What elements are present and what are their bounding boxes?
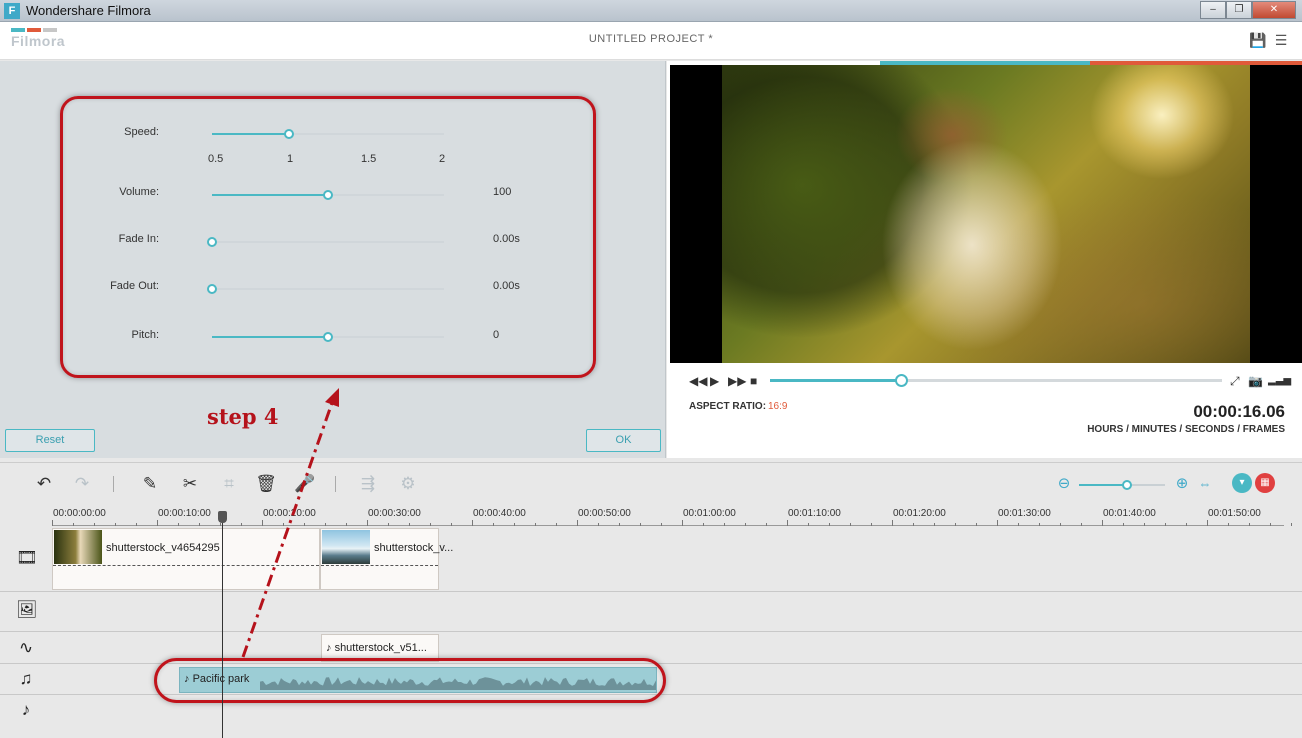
timecode-units: HOURS / MINUTES / SECONDS / FRAMES <box>1087 424 1285 435</box>
logo-bar <box>27 28 41 32</box>
music-note-icon: ♪ <box>21 700 31 719</box>
ruler-time-label: 00:00:00:00 <box>53 508 106 519</box>
image-track: 🖼 <box>0 592 1302 632</box>
play-icon[interactable]: ▶ <box>710 375 719 387</box>
waveform-icon: ∿ <box>18 638 34 657</box>
logo-bar <box>43 28 57 32</box>
window-titlebar: F Wondershare Filmora – ❐ ✕ <box>0 0 1302 22</box>
clip-name: shutterstock_v... <box>374 542 454 554</box>
save-icon[interactable]: 💾 <box>1249 32 1266 48</box>
clip-name: shutterstock_v4654295 <box>106 542 220 554</box>
playback-progress-fill <box>770 379 902 382</box>
timeline-ruler[interactable]: 00:00:00:00 00:00:10:00 00:00:20:00 00:00:3… <box>52 506 1292 526</box>
ruler-time-label: 00:00:30:00 <box>368 508 421 519</box>
split-icon[interactable]: ✂ <box>179 474 201 494</box>
zoom-slider[interactable] <box>1079 480 1165 490</box>
app-icon: F <box>4 3 20 19</box>
ruler-time-label: 00:01:30:00 <box>998 508 1051 519</box>
app-header: Filmora UNTITLED PROJECT * 💾 ☰ <box>0 22 1302 60</box>
rewind-icon[interactable]: ◀◀ <box>689 375 707 387</box>
reset-button[interactable]: Reset <box>5 429 95 452</box>
redo-icon[interactable]: ↷ <box>71 474 93 494</box>
crop-icon[interactable]: ⌗ <box>218 474 240 494</box>
export-icon[interactable]: ⇶ <box>357 474 379 494</box>
clip-thumbnail <box>54 530 102 564</box>
aspect-ratio-value[interactable]: 16:9 <box>768 401 787 412</box>
toolbar-separator <box>113 476 114 492</box>
edit-icon[interactable]: ✎ <box>139 474 161 494</box>
fullscreen-icon[interactable]: ⤢ <box>1230 375 1240 387</box>
annotation-step-label: step 4 <box>207 404 279 429</box>
minimize-button[interactable]: – <box>1200 1 1226 19</box>
video-clip[interactable]: shutterstock_v4654295 <box>52 528 320 590</box>
camera-icon[interactable]: 📷 <box>1248 375 1263 387</box>
ruler-time-label: 00:01:10:00 <box>788 508 841 519</box>
video-clip[interactable]: shutterstock_v... <box>320 528 453 590</box>
clip-audio-line <box>321 565 438 566</box>
menu-icon[interactable]: ☰ <box>1273 32 1289 48</box>
close-button[interactable]: ✕ <box>1252 1 1296 19</box>
music-track: ♪ <box>0 695 1302 738</box>
undo-icon[interactable]: ↶ <box>33 474 55 494</box>
clip-name: ♪ shutterstock_v51... <box>326 642 427 654</box>
zoom-in-icon[interactable]: ⊕ <box>1171 474 1193 494</box>
playhead-line <box>222 516 223 738</box>
ruler-time-label: 00:01:00:00 <box>683 508 736 519</box>
window-title: Wondershare Filmora <box>26 3 151 18</box>
playhead-handle[interactable] <box>218 511 227 523</box>
playback-scrubber-handle[interactable] <box>895 374 909 387</box>
ruler-time-label: 00:00:20:00 <box>263 508 316 519</box>
video-frame <box>722 65 1250 363</box>
logo-bar <box>11 28 25 32</box>
project-title: UNTITLED PROJECT * <box>588 33 714 45</box>
window-controls: – ❐ ✕ <box>1200 1 1296 19</box>
volume-bars-icon[interactable]: ▂▃▅ <box>1268 375 1291 387</box>
image-icon: 🖼 <box>16 600 38 619</box>
zoom-slider-fill <box>1079 484 1128 486</box>
ruler-time-label: 00:01:50:00 <box>1208 508 1261 519</box>
fast-forward-icon[interactable]: ▶▶ <box>728 375 746 387</box>
preview-panel <box>667 61 1302 458</box>
clip-name: ♪ Pacific park <box>184 673 250 685</box>
ruler-time-label: 00:00:10:00 <box>158 508 211 519</box>
clip-name-text: Pacific park <box>192 673 250 685</box>
video-preview[interactable] <box>670 65 1302 363</box>
timecode-display: 00:00:16.06 <box>1193 402 1285 421</box>
toolbar-separator <box>335 476 336 492</box>
record-button[interactable]: ▦ <box>1255 473 1275 493</box>
fit-timeline-icon[interactable]: ⇔ <box>1194 474 1216 494</box>
ruler-time-label: 00:01:20:00 <box>893 508 946 519</box>
zoom-out-icon[interactable]: ⊖ <box>1053 474 1075 494</box>
stop-icon[interactable]: ■ <box>750 375 757 387</box>
clip-audio-line <box>53 565 319 566</box>
snapshot-button[interactable]: ▾ <box>1232 473 1252 493</box>
clip-thumbnail <box>322 530 370 564</box>
ok-button[interactable]: OK <box>586 429 661 452</box>
playback-progress-bar[interactable] <box>770 374 1222 387</box>
clip-name-text: shutterstock_v51... <box>334 642 427 654</box>
aspect-ratio-label: ASPECT RATIO: <box>689 401 767 412</box>
ruler-time-label: 00:00:50:00 <box>578 508 631 519</box>
ruler-time-label: 00:01:40:00 <box>1103 508 1156 519</box>
maximize-button[interactable]: ❐ <box>1226 1 1252 19</box>
annotation-ring-settings <box>60 96 596 378</box>
voice-icon[interactable]: 🎤 <box>294 474 316 494</box>
settings-icon[interactable]: ⚙ <box>397 474 419 494</box>
ruler-time-label: 00:00:40:00 <box>473 508 526 519</box>
delete-icon[interactable]: 🗑 <box>255 474 277 494</box>
music-file-icon: ♫ <box>19 669 33 688</box>
film-icon: 🎞 <box>16 548 38 567</box>
